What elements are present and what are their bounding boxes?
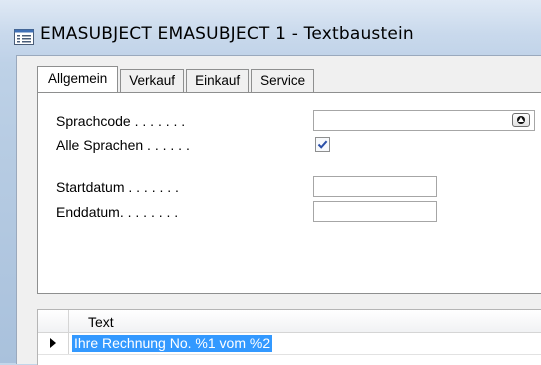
- sprachcode-field[interactable]: [313, 110, 535, 131]
- alle-sprachen-checkbox[interactable]: [315, 137, 330, 152]
- enddatum-field[interactable]: [313, 201, 437, 222]
- text-lines-grid: Text Ihre Rechnung No. %1 vom %2: [37, 309, 541, 365]
- form-window-icon: [14, 29, 34, 45]
- tab-verkauf[interactable]: Verkauf: [120, 69, 185, 92]
- tab-panel-allgemein: Sprachcode . . . . . . . Alle Sprachen .…: [37, 92, 541, 294]
- sprachcode-label: Sprachcode . . . . . . .: [56, 113, 186, 129]
- row-selector-header: [38, 310, 69, 332]
- checkmark-icon: [317, 140, 328, 149]
- alle-sprachen-row: Alle Sprachen . . . . . .: [56, 134, 541, 156]
- enddatum-row: Enddatum. . . . . . . .: [56, 201, 541, 223]
- startdatum-label: Startdatum . . . . . . .: [56, 179, 179, 195]
- tab-service[interactable]: Service: [251, 69, 315, 92]
- enddatum-label: Enddatum. . . . . . . .: [56, 204, 179, 220]
- tab-allgemein[interactable]: Allgemein: [37, 66, 119, 92]
- alle-sprachen-label: Alle Sprachen . . . . . .: [56, 137, 190, 153]
- card-window: Allgemein Verkauf Einkauf Service Sprach…: [16, 55, 541, 365]
- window-title: EMASUBJECT EMASUBJECT 1 - Textbaustein: [40, 24, 414, 44]
- sprachcode-row: Sprachcode . . . . . . .: [56, 110, 541, 132]
- grid-header: Text: [38, 310, 541, 333]
- tab-strip: Allgemein Verkauf Einkauf Service: [37, 66, 316, 92]
- column-header-text[interactable]: Text: [88, 310, 114, 334]
- title-bar[interactable]: EMASUBJECT EMASUBJECT 1 - Textbaustein: [0, 0, 541, 62]
- text-cell[interactable]: Ihre Rechnung No. %1 vom %2: [70, 334, 274, 353]
- table-row[interactable]: Ihre Rechnung No. %1 vom %2: [38, 333, 541, 355]
- lookup-arrow-icon[interactable]: [512, 113, 530, 127]
- startdatum-field[interactable]: [313, 176, 437, 197]
- current-row-arrow-icon: [38, 333, 69, 354]
- tab-einkauf[interactable]: Einkauf: [186, 69, 250, 92]
- startdatum-row: Startdatum . . . . . . .: [56, 176, 541, 198]
